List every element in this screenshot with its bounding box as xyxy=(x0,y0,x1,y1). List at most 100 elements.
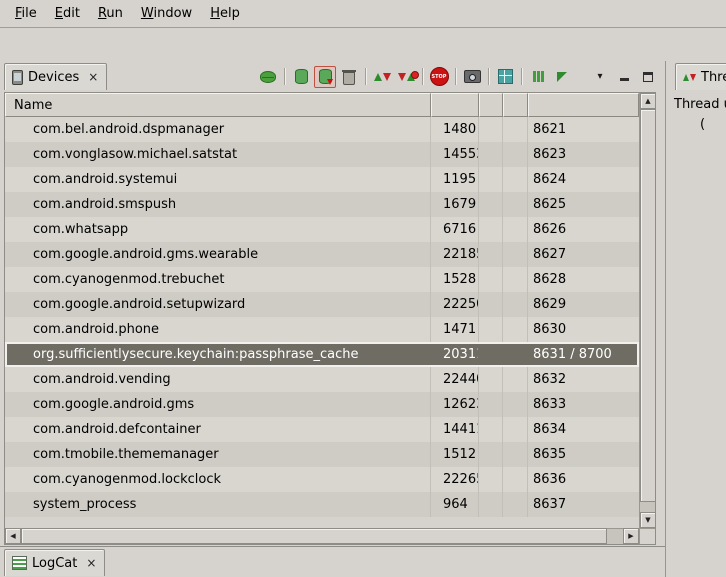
scroll-right-button[interactable]: ▶ xyxy=(623,528,639,544)
process-row[interactable]: com.bel.android.dspmanager14808621 xyxy=(5,117,639,142)
process-row[interactable]: com.android.systemui11958624 xyxy=(5,167,639,192)
cause-gc-icon[interactable] xyxy=(338,66,360,88)
empty-cell xyxy=(479,417,503,442)
process-row[interactable]: com.vonglasow.michael.satstat145538623 xyxy=(5,142,639,167)
horizontal-scrollbar[interactable]: ◀ ▶ xyxy=(5,528,639,544)
trash-icon xyxy=(343,72,355,85)
close-icon[interactable]: × xyxy=(87,71,99,83)
tab-threads[interactable]: Threa xyxy=(675,63,726,90)
process-name: com.android.vending xyxy=(5,367,431,392)
minimize-icon[interactable] xyxy=(613,66,635,88)
empty-cell xyxy=(503,417,528,442)
update-threads-icon[interactable] xyxy=(371,66,393,88)
process-port: 8626 xyxy=(528,217,639,242)
process-name: com.whatsapp xyxy=(5,217,431,242)
vertical-scrollbar[interactable]: ▲ ▼ xyxy=(639,93,655,528)
stop-icon[interactable]: STOP xyxy=(428,66,450,88)
process-row[interactable]: com.google.android.setupwizard222508629 xyxy=(5,292,639,317)
process-pid: 20311 xyxy=(431,342,479,367)
menu-window[interactable]: Window xyxy=(132,3,201,24)
empty-cell xyxy=(503,267,528,292)
process-row[interactable]: system_process9648637 xyxy=(5,492,639,517)
method-profiling-icon[interactable] xyxy=(395,66,417,88)
opengl-trace-icon[interactable] xyxy=(551,66,573,88)
dump-hprof-icon[interactable] xyxy=(314,66,336,88)
empty-cell xyxy=(479,292,503,317)
tab-devices[interactable]: Devices × xyxy=(4,63,107,90)
process-row[interactable]: com.cyanogenmod.lockclock222658636 xyxy=(5,467,639,492)
name-column-header[interactable]: Name xyxy=(5,93,431,117)
process-row[interactable]: com.tmobile.thememanager15128635 xyxy=(5,442,639,467)
debug-process-icon[interactable] xyxy=(257,66,279,88)
menu-help[interactable]: Help xyxy=(201,3,249,24)
process-pid: 14553 xyxy=(431,142,479,167)
process-name: com.google.android.gms xyxy=(5,392,431,417)
systrace-icon[interactable] xyxy=(527,66,549,88)
process-row[interactable]: com.android.phone14718630 xyxy=(5,317,639,342)
menu-edit[interactable]: Edit xyxy=(46,3,89,24)
tab-threads-label: Threa xyxy=(701,70,726,85)
empty-cell xyxy=(479,142,503,167)
scrollbar-corner xyxy=(639,528,655,544)
process-name: com.google.android.setupwizard xyxy=(5,292,431,317)
empty-cell xyxy=(479,242,503,267)
menubar: FileEditRunWindowHelp xyxy=(0,0,726,28)
port-column-header[interactable] xyxy=(528,93,639,117)
empty-cell xyxy=(479,392,503,417)
vertical-scroll-thumb[interactable] xyxy=(640,109,656,502)
process-row[interactable]: org.sufficientlysecure.keychain:passphra… xyxy=(5,342,639,367)
menu-file[interactable]: File xyxy=(6,3,46,24)
threads-message: Thread up ( xyxy=(671,91,726,135)
maximize-glyph-icon xyxy=(643,72,653,82)
pid-column-header[interactable] xyxy=(431,93,479,117)
process-port: 8631 / 8700 xyxy=(528,342,639,367)
process-row[interactable]: com.android.vending224408632 xyxy=(5,367,639,392)
process-pid: 1679 xyxy=(431,192,479,217)
horizontal-scroll-thumb[interactable] xyxy=(21,528,607,544)
maximize-icon[interactable] xyxy=(637,66,659,88)
logcat-tabbar: LogCat × xyxy=(0,547,665,577)
scroll-down-button[interactable]: ▼ xyxy=(640,512,656,528)
tab-logcat-label: LogCat xyxy=(32,556,77,571)
empty-cell xyxy=(479,317,503,342)
tab-logcat[interactable]: LogCat × xyxy=(4,549,105,576)
scroll-up-button[interactable]: ▲ xyxy=(640,93,656,109)
process-port: 8629 xyxy=(528,292,639,317)
toolbar-separator xyxy=(422,68,423,85)
empty-cell xyxy=(503,142,528,167)
empty-cell xyxy=(503,117,528,142)
bug-icon xyxy=(260,71,276,83)
main-toolbar xyxy=(0,28,726,61)
process-row[interactable]: com.google.android.gms.wearable221858627 xyxy=(5,242,639,267)
empty-column-header[interactable] xyxy=(479,93,503,117)
close-icon[interactable]: × xyxy=(85,557,97,569)
empty-cell xyxy=(479,467,503,492)
process-row[interactable]: com.cyanogenmod.trebuchet15288628 xyxy=(5,267,639,292)
toolbar-separator xyxy=(455,68,456,85)
empty-cell xyxy=(503,217,528,242)
process-name: system_process xyxy=(5,492,431,517)
process-port: 8627 xyxy=(528,242,639,267)
update-heap-icon[interactable] xyxy=(290,66,312,88)
scroll-left-button[interactable]: ◀ xyxy=(5,528,21,544)
process-row[interactable]: com.google.android.gms126238633 xyxy=(5,392,639,417)
process-row[interactable]: com.android.defcontainer144118634 xyxy=(5,417,639,442)
devices-view: Devices × STOP xyxy=(0,61,665,547)
empty-cell xyxy=(503,342,528,367)
menu-run[interactable]: Run xyxy=(89,3,132,24)
view-menu-icon[interactable]: ▾ xyxy=(589,66,611,88)
screen-capture-icon[interactable] xyxy=(461,66,483,88)
table-header: Name xyxy=(5,93,639,117)
process-pid: 22265 xyxy=(431,467,479,492)
process-row[interactable]: com.whatsapp67168626 xyxy=(5,217,639,242)
empty-column-header[interactable] xyxy=(503,93,528,117)
process-row[interactable]: com.android.smspush16798625 xyxy=(5,192,639,217)
tab-devices-label: Devices xyxy=(28,70,79,85)
empty-cell xyxy=(479,267,503,292)
profiling-arrows-icon xyxy=(398,73,415,81)
process-pid: 12623 xyxy=(431,392,479,417)
threads-tabbar: Threa xyxy=(671,61,726,91)
view-hierarchy-icon[interactable] xyxy=(494,66,516,88)
empty-cell xyxy=(503,292,528,317)
empty-cell xyxy=(479,192,503,217)
